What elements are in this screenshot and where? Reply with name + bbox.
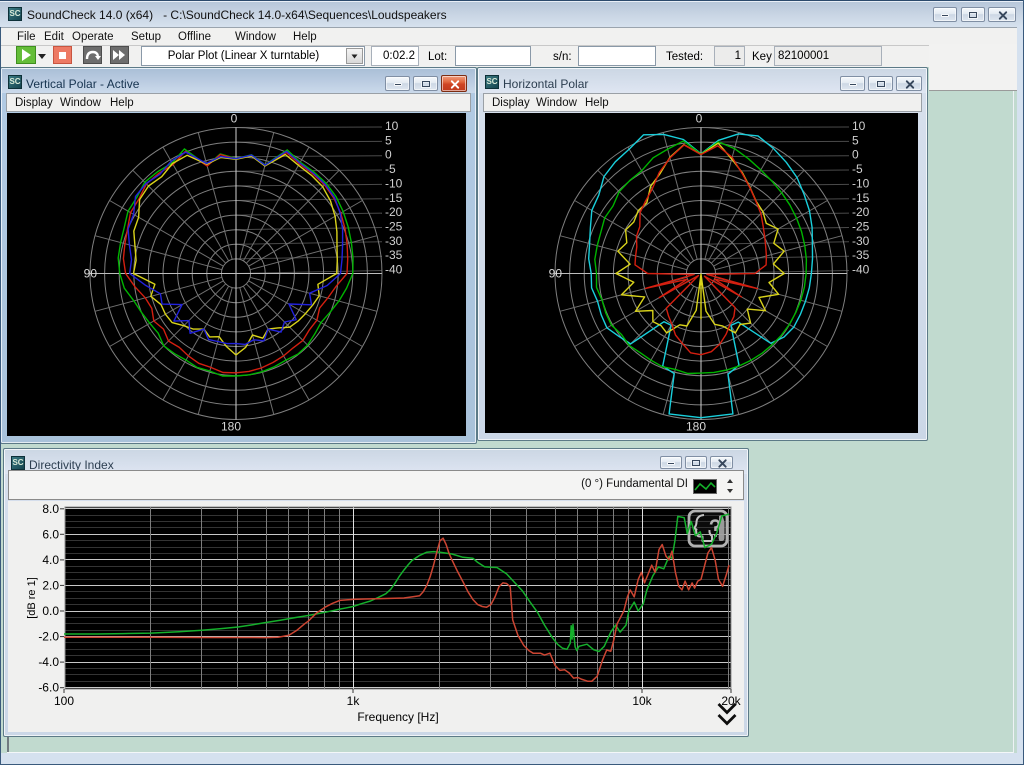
svg-text:-30: -30 (852, 234, 870, 248)
svg-text:180: 180 (686, 420, 706, 434)
svg-text:-25: -25 (385, 220, 403, 234)
svg-text:-35: -35 (385, 248, 403, 262)
svg-text:8.0: 8.0 (42, 502, 59, 516)
svg-text:-20: -20 (852, 205, 870, 219)
svg-text:-30: -30 (385, 234, 403, 248)
svg-text:0: 0 (385, 148, 392, 162)
svg-text:Frequency [Hz]: Frequency [Hz] (357, 710, 438, 724)
svg-text:1k: 1k (347, 694, 361, 708)
svg-text:-6.0: -6.0 (38, 681, 59, 695)
svg-text:-15: -15 (385, 191, 403, 205)
svg-text:20k: 20k (721, 694, 741, 708)
svg-text:180: 180 (221, 420, 241, 434)
svg-text:-20: -20 (385, 205, 403, 219)
svg-text:5: 5 (852, 133, 859, 147)
svg-text:-40: -40 (852, 263, 870, 277)
svg-text:-5: -5 (852, 162, 863, 176)
svg-text:-40: -40 (385, 263, 403, 277)
svg-text:-10: -10 (852, 176, 870, 190)
svg-text:0: 0 (231, 113, 238, 126)
svg-text:-5: -5 (385, 162, 396, 176)
svg-text:90: 90 (549, 267, 563, 281)
svg-text:2.0: 2.0 (42, 578, 59, 592)
svg-text:-10: -10 (385, 176, 403, 190)
svg-text:4.0: 4.0 (42, 553, 59, 567)
svg-text:-15: -15 (852, 191, 870, 205)
svg-text:90: 90 (84, 267, 98, 281)
svg-text:5: 5 (385, 133, 392, 147)
svg-text:6.0: 6.0 (42, 527, 59, 541)
svg-text:-2.0: -2.0 (38, 630, 59, 644)
svg-text:10: 10 (852, 119, 866, 133)
svg-text:0.0: 0.0 (42, 604, 59, 618)
svg-text:100: 100 (54, 694, 74, 708)
svg-text:[dB re 1]: [dB re 1] (26, 577, 38, 619)
svg-text:0: 0 (696, 113, 703, 126)
svg-text:-35: -35 (852, 248, 870, 262)
svg-text:10: 10 (385, 119, 399, 133)
svg-text:0: 0 (852, 148, 859, 162)
svg-text:-4.0: -4.0 (38, 655, 59, 669)
svg-text:10k: 10k (632, 694, 652, 708)
svg-text:-25: -25 (852, 220, 870, 234)
